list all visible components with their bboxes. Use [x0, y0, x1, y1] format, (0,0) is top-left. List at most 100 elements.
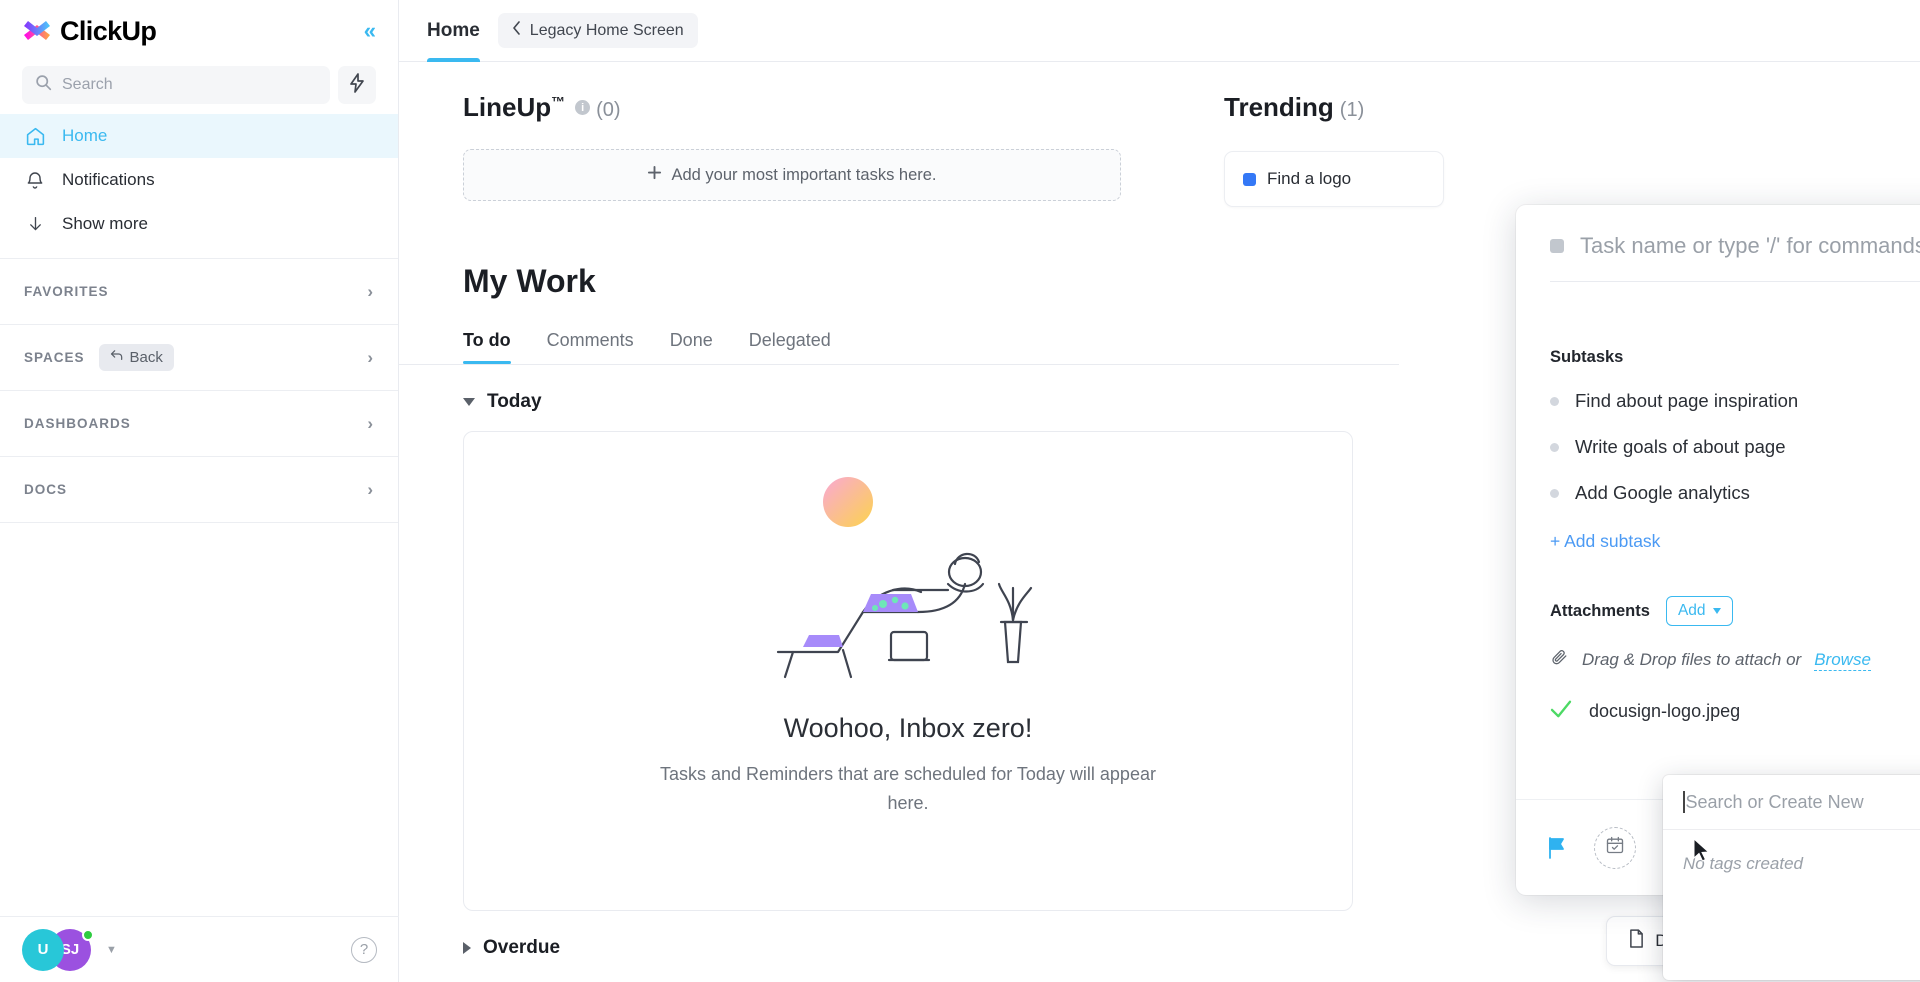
sidebar: ClickUp « Search Home Notifications Show…	[0, 0, 399, 982]
subtask-name: Write goals of about page	[1575, 436, 1786, 457]
legacy-home-screen-label: Legacy Home Screen	[529, 21, 684, 39]
tags-dropdown: Search or Create New No tags created	[1663, 775, 1920, 980]
avatar-group[interactable]: SJ U	[22, 928, 104, 971]
flag-icon[interactable]	[1546, 836, 1568, 860]
group-header-today[interactable]: Today	[463, 391, 1184, 413]
chevron-right-icon[interactable]: ›	[367, 282, 374, 302]
group-header-overdue[interactable]: Overdue	[463, 937, 1184, 959]
add-attachment-button[interactable]: Add	[1665, 596, 1733, 626]
chevron-down-icon[interactable]: ▼	[106, 944, 117, 956]
sidebar-item-show-more[interactable]: Show more	[0, 202, 398, 246]
tags-search-input[interactable]: Search or Create New	[1663, 775, 1920, 830]
left-column: LineUp™ i (0) Add your most important ta…	[399, 62, 1399, 982]
lineup-heading: LineUp™ i (0)	[463, 92, 1184, 123]
sidebar-section-spaces[interactable]: SPACES Back ›	[0, 325, 398, 391]
trending-card-label: Find a logo	[1267, 169, 1352, 188]
lineup-add-task-dropzone[interactable]: Add your most important tasks here.	[463, 149, 1121, 201]
browse-link[interactable]: Browse	[1814, 650, 1871, 671]
tab-done[interactable]: Done	[670, 330, 713, 364]
attachments-heading-row: Attachments Add	[1550, 596, 1920, 626]
bell-icon	[24, 169, 46, 191]
chevron-right-icon[interactable]: ›	[367, 348, 374, 368]
lightning-icon	[348, 72, 366, 98]
task-name-row[interactable]: Task name or type '/' for commands	[1550, 233, 1920, 259]
task-name-underline	[1550, 281, 1920, 282]
mouse-cursor-icon	[1692, 837, 1712, 869]
tab-to-do[interactable]: To do	[463, 330, 511, 364]
arrow-down-icon	[24, 213, 46, 235]
group-header-overdue-label: Overdue	[483, 937, 561, 958]
subtask-name: Find about page inspiration	[1575, 390, 1799, 411]
sidebar-item-notifications[interactable]: Notifications	[0, 158, 398, 202]
subtask-row[interactable]: Find about page inspiration	[1550, 389, 1920, 413]
clickup-logo-icon	[22, 15, 52, 47]
quick-actions-button[interactable]	[338, 66, 376, 104]
chevron-right-icon[interactable]: ›	[367, 480, 374, 500]
subtask-bullet-icon	[1550, 396, 1559, 406]
clickup-wordmark: ClickUp	[60, 15, 157, 46]
check-icon	[1550, 700, 1572, 723]
sidebar-item-show-more-label: Show more	[62, 214, 148, 233]
task-status-square-icon	[1243, 172, 1256, 186]
spaces-back-button[interactable]: Back	[98, 344, 174, 371]
attachment-dropzone[interactable]: Drag & Drop files to attach or Browse	[1550, 648, 1920, 672]
sidebar-section-favorites[interactable]: FAVORITES ›	[0, 259, 398, 325]
chevron-left-icon	[512, 21, 521, 40]
empty-state-title: Woohoo, Inbox zero!	[783, 713, 1033, 743]
search-placeholder: Search	[62, 76, 113, 93]
search-icon	[35, 74, 52, 96]
attachments-heading: Attachments	[1550, 601, 1650, 620]
checklist-row: + Add checklist	[1516, 282, 1920, 326]
add-subtask-button[interactable]: + Add subtask	[1550, 531, 1920, 552]
text-cursor	[1683, 791, 1685, 813]
sidebar-section-spaces-label: SPACES	[24, 350, 85, 365]
trending-heading: Trending (1)	[1224, 92, 1920, 123]
my-work-title: My Work	[463, 263, 596, 299]
task-name-input[interactable]: Task name or type '/' for commands	[1580, 233, 1920, 259]
avatar[interactable]: U	[22, 928, 64, 971]
help-button[interactable]: ?	[351, 936, 377, 963]
sidebar-item-home[interactable]: Home	[0, 114, 398, 158]
subtask-bullet-icon	[1550, 488, 1559, 498]
clickup-logo[interactable]: ClickUp	[22, 15, 157, 47]
legacy-home-screen-button[interactable]: Legacy Home Screen	[497, 13, 698, 48]
trending-card[interactable]: Find a logo	[1224, 151, 1444, 207]
main-area: Home Legacy Home Screen LineUp™ i (0) Ad…	[399, 0, 1920, 982]
attachment-dropzone-label: Drag & Drop files to attach or	[1582, 650, 1802, 669]
tab-comments[interactable]: Comments	[547, 330, 634, 364]
lineup-dropzone-label: Add your most important tasks here.	[671, 165, 937, 184]
group-header-today-label: Today	[487, 391, 542, 412]
home-icon	[24, 125, 46, 147]
sidebar-section-dashboards-label: DASHBOARDS	[24, 416, 131, 431]
calendar-icon	[1605, 835, 1625, 860]
task-modal-header: Task name or type '/' for commands	[1516, 205, 1920, 282]
due-date-button[interactable]	[1594, 826, 1636, 869]
sidebar-section-favorites-label: FAVORITES	[24, 284, 109, 299]
sidebar-collapse-button[interactable]: «	[364, 20, 376, 42]
caret-right-icon	[463, 942, 471, 954]
subtasks-heading: Subtasks	[1550, 348, 1624, 366]
info-icon[interactable]: i	[575, 100, 591, 115]
spaces-back-label: Back	[129, 349, 163, 366]
sidebar-section-docs[interactable]: DOCS ›	[0, 457, 398, 523]
sidebar-item-home-label: Home	[62, 126, 108, 145]
trademark-symbol: ™	[551, 93, 566, 110]
sidebar-item-notifications-label: Notifications	[62, 170, 155, 189]
sidebar-search-row: Search	[0, 62, 398, 114]
subtask-bullet-icon	[1550, 442, 1559, 452]
caret-down-icon	[463, 398, 475, 406]
search-input[interactable]: Search	[22, 66, 330, 104]
tab-delegated[interactable]: Delegated	[749, 330, 831, 364]
online-status-dot	[82, 928, 94, 941]
subtask-row[interactable]: Write goals of about page	[1550, 435, 1920, 459]
attachment-file-name: docusign-logo.jpeg	[1589, 700, 1741, 721]
tab-home[interactable]: Home	[427, 0, 480, 62]
chevron-right-icon[interactable]: ›	[367, 414, 374, 434]
sidebar-section-dashboards[interactable]: DASHBOARDS ›	[0, 391, 398, 457]
attachment-file-row: docusign-logo.jpeg	[1550, 698, 1920, 724]
caret-down-icon	[1712, 608, 1721, 614]
task-status-square-icon[interactable]	[1550, 239, 1564, 253]
plus-icon	[647, 165, 662, 185]
subtask-row[interactable]: Add Google analytics	[1550, 481, 1920, 505]
my-work-tabs: To do Comments Done Delegated	[463, 330, 1184, 364]
